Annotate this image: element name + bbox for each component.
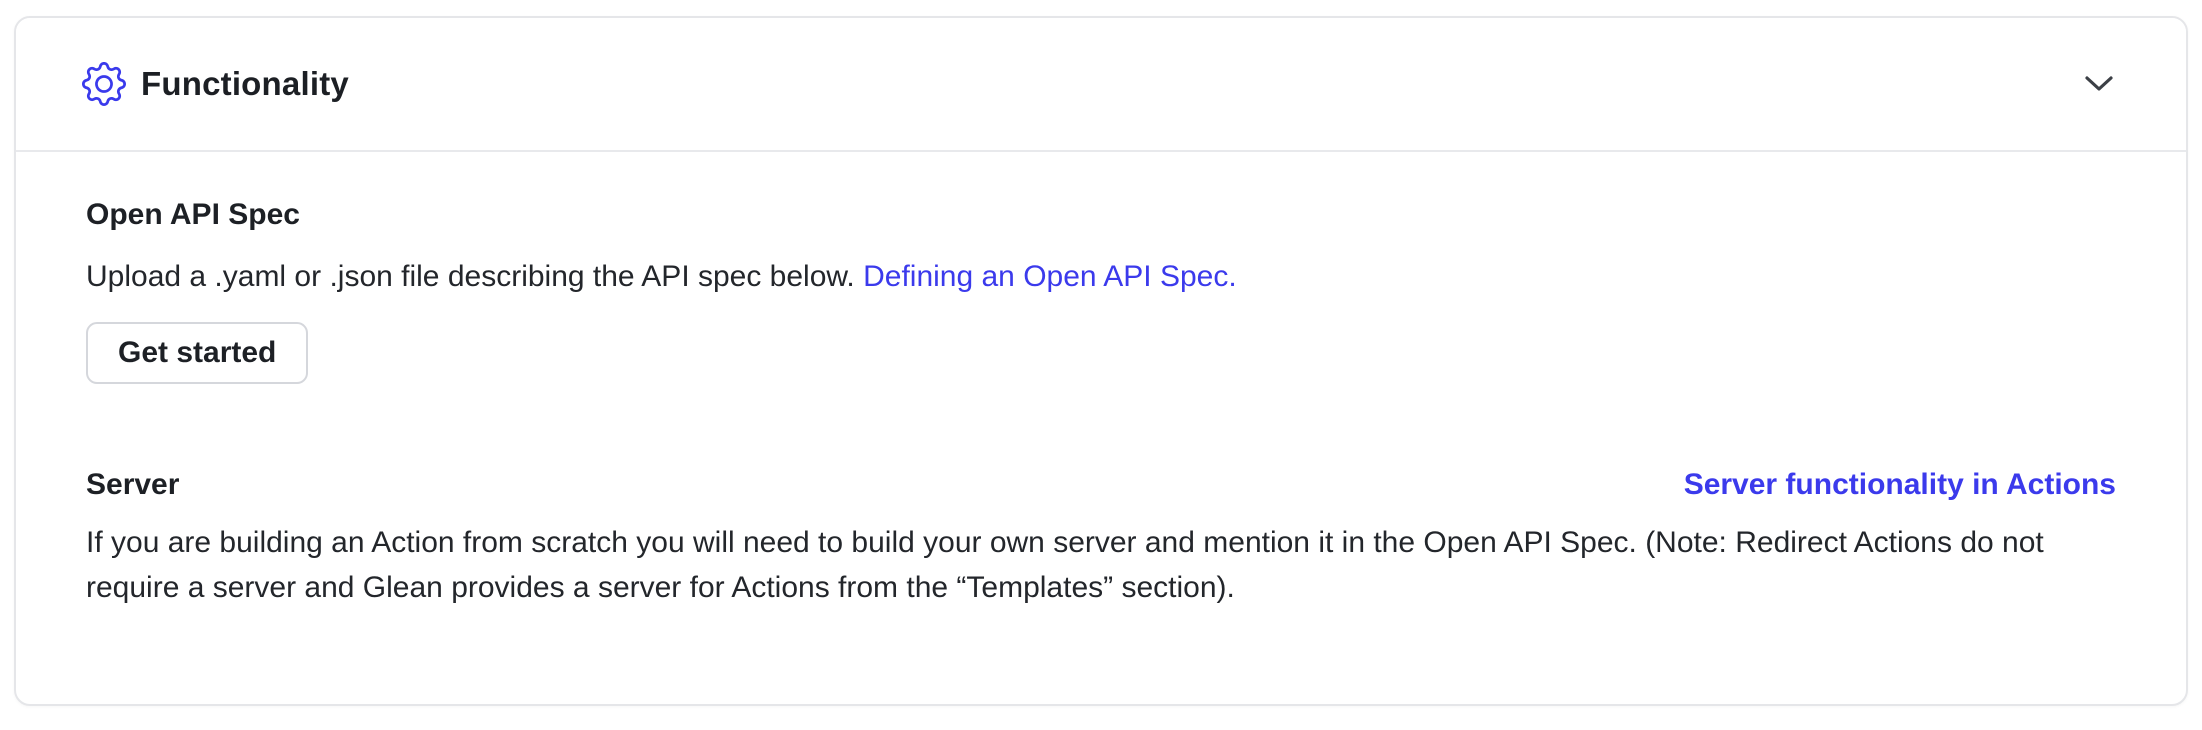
server-label: Server	[86, 464, 179, 506]
server-functionality-link[interactable]: Server functionality in Actions	[1684, 464, 2116, 506]
server-description: If you are building an Action from scrat…	[86, 520, 2116, 610]
functionality-card: Functionality Open API Spec Upload a .ya…	[14, 16, 2188, 706]
chevron-down-icon[interactable]	[2084, 75, 2114, 93]
server-header-row: Server Server functionality in Actions	[86, 464, 2116, 506]
gear-icon	[82, 62, 126, 106]
section-title: Functionality	[141, 65, 349, 103]
functionality-content: Open API Spec Upload a .yaml or .json fi…	[16, 152, 2186, 610]
open-api-spec-label: Open API Spec	[86, 194, 2116, 236]
defining-open-api-spec-link[interactable]: Defining an Open API Spec.	[863, 260, 1237, 293]
functionality-section-header[interactable]: Functionality	[16, 18, 2186, 152]
open-api-spec-description-text: Upload a .yaml or .json file describing …	[86, 260, 863, 293]
open-api-spec-section: Open API Spec Upload a .yaml or .json fi…	[86, 194, 2116, 384]
open-api-spec-description: Upload a .yaml or .json file describing …	[86, 256, 2116, 298]
get-started-button[interactable]: Get started	[86, 322, 308, 384]
header-title-group: Functionality	[82, 62, 349, 106]
server-section: Server Server functionality in Actions I…	[86, 464, 2116, 610]
